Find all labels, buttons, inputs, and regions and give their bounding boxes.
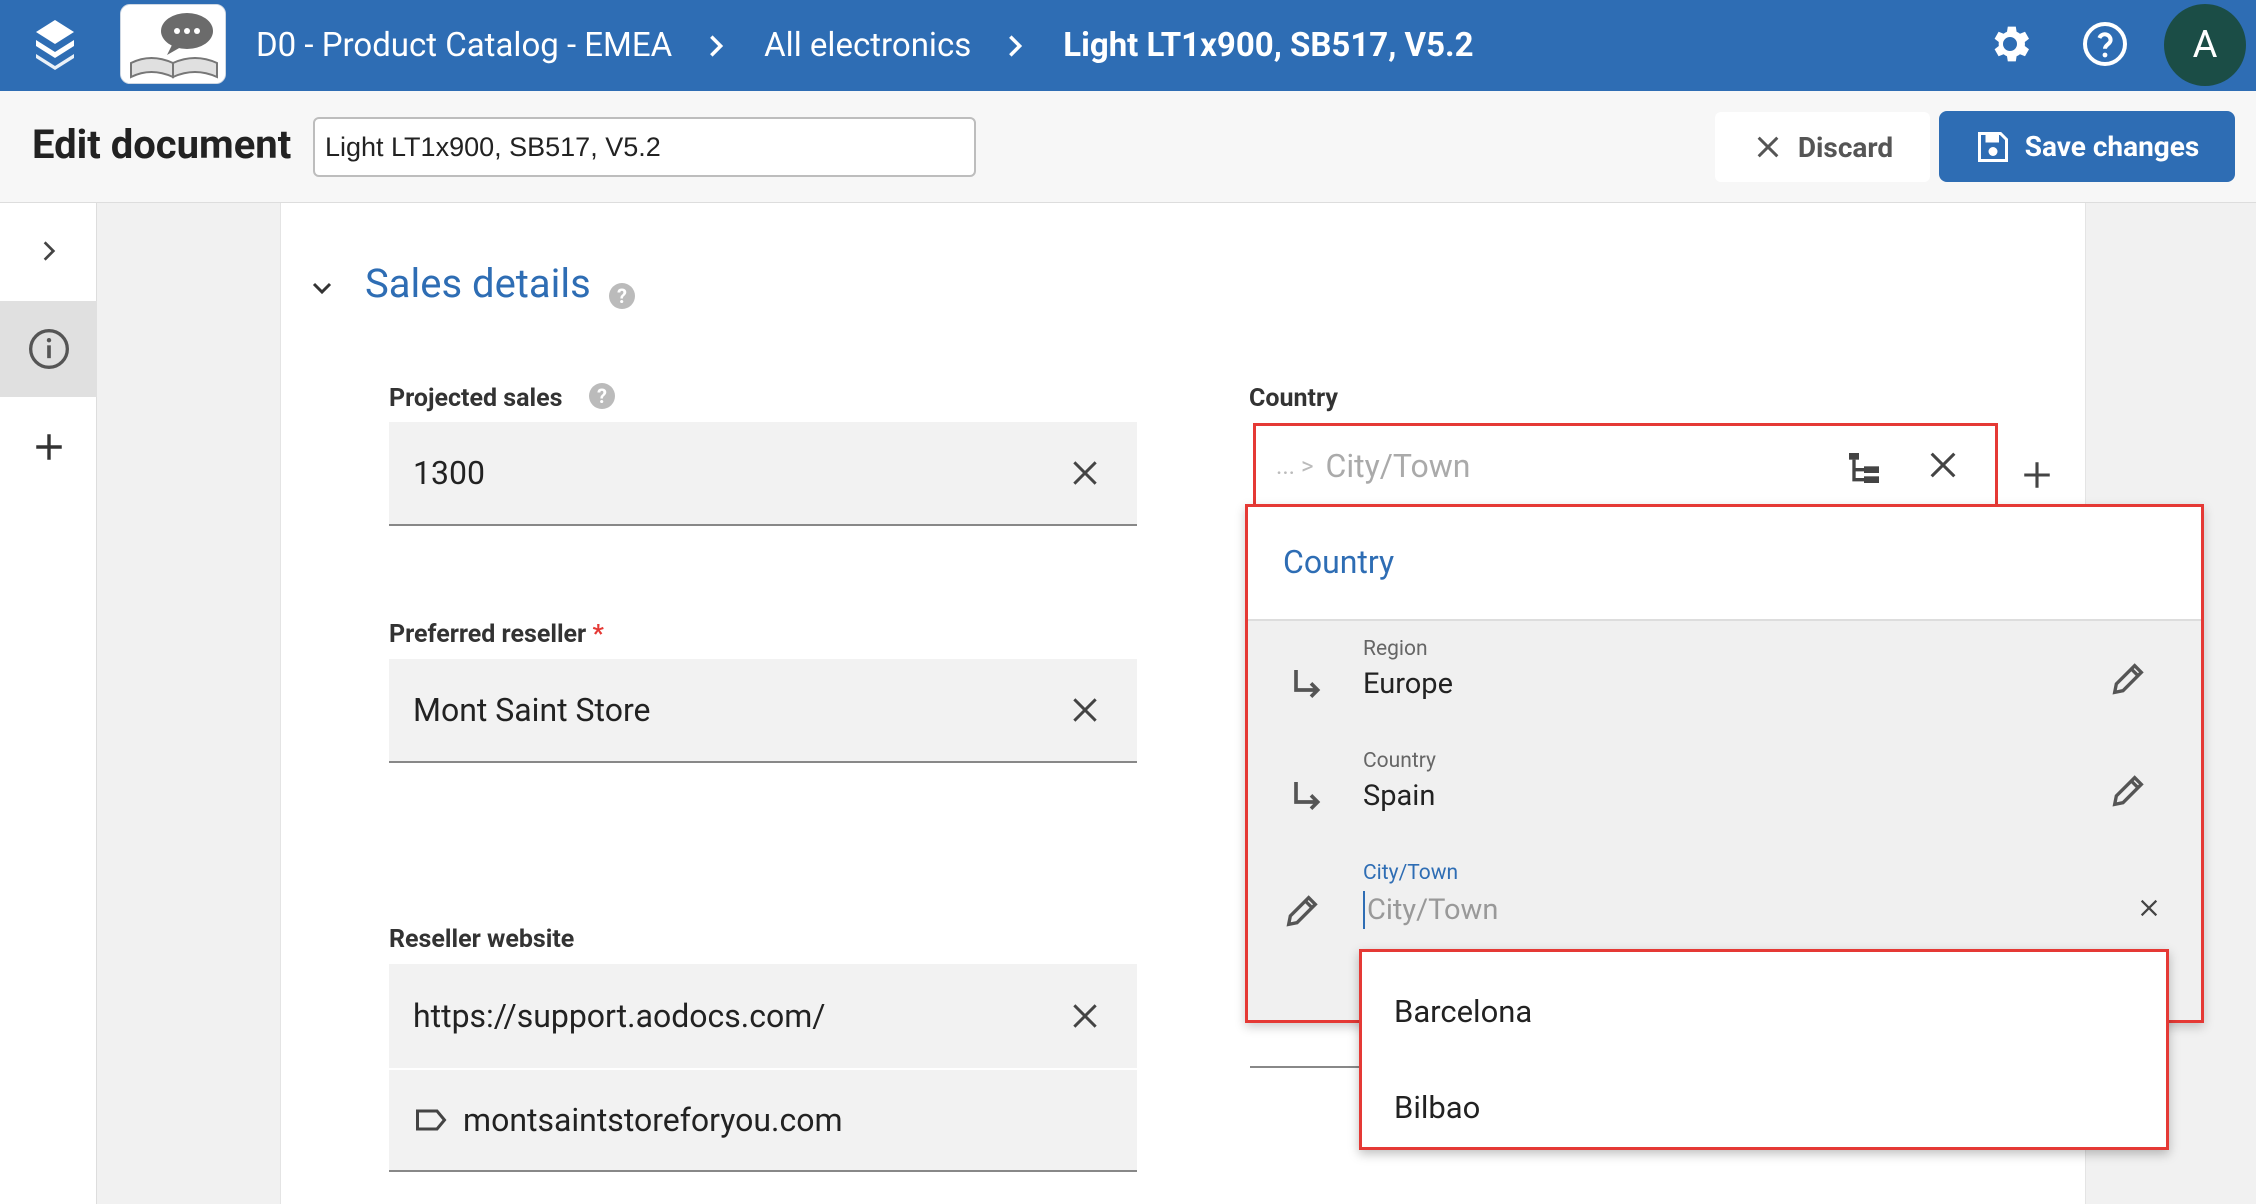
clear-icon[interactable] [1069,457,1101,489]
avatar[interactable]: A [2164,4,2246,86]
projected-sales-input[interactable]: 1300 [389,422,1137,526]
info-icon [28,329,69,369]
country-label: Country [1249,384,1338,413]
pencil-icon[interactable] [2108,659,2148,699]
clear-icon[interactable] [1926,448,1960,482]
suggestion-bilbao[interactable]: Bilbao [1394,1089,1480,1126]
preferred-reseller-value: Mont Saint Store [413,691,651,729]
hierarchy-level-row: Region Europe [1248,637,2201,749]
pencil-icon [1286,895,1318,927]
app-logo-icon[interactable] [32,18,78,70]
subdirectory-arrow-icon [1294,670,1321,698]
preferred-reseller-input[interactable]: Mont Saint Store [389,659,1137,763]
breadcrumb: D0 - Product Catalog - EMEA All electron… [256,0,1474,91]
country-level-value: Spain [1363,779,1436,813]
save-changes-button[interactable]: Save changes [1939,111,2235,182]
chevron-right-icon [1009,34,1023,57]
reseller-website-display-text: montsaintstoreforyou.com [463,1101,843,1139]
page-title: Edit document [32,121,292,168]
discard-label: Discard [1797,130,1894,164]
reseller-website-url: https://support.aodocs.com/ [413,997,826,1035]
preferred-reseller-label-text: Preferred reseller [389,620,587,649]
help-glyph: ? [597,384,607,408]
country-hierarchy-popup: Country Region Europe Country Spain City… [1245,504,2204,1023]
help-glyph: ? [617,284,627,308]
plus-icon [35,434,62,460]
gear-icon[interactable] [1986,20,2034,68]
info-panel-button[interactable] [0,301,97,397]
save-label: Save changes [2024,130,2200,163]
subdirectory-arrow-icon [1294,782,1321,810]
expand-rail-button[interactable] [0,203,97,299]
suggestion-barcelona[interactable]: Barcelona [1394,993,1532,1030]
hierarchy-level-row: Country Spain [1248,749,2201,861]
open-book-chat-icon [121,5,225,83]
projected-sales-help-icon[interactable]: ? [589,383,615,409]
breadcrumb-document: Light LT1x900, SB517, V5.2 [1063,26,1474,65]
left-rail [0,203,97,1204]
add-panel-button[interactable] [0,399,97,495]
country-placeholder: City/Town [1325,446,1471,485]
preferred-reseller-label: Preferred reseller * [389,620,604,649]
reseller-website-label-input[interactable]: montsaintstoreforyou.com [389,1070,1137,1172]
tree-view-icon[interactable] [1844,448,1884,488]
edit-header: Edit document Discard Save changes [0,91,2256,203]
projected-sales-value: 1300 [413,454,485,492]
discard-button[interactable]: Discard [1715,112,1930,182]
reseller-website-label: Reseller website [389,925,575,954]
document-name-input[interactable] [313,117,976,177]
clear-icon[interactable] [1069,1000,1101,1032]
plus-icon[interactable] [2020,458,2054,492]
region-label: Region [1363,637,1428,661]
close-icon [1757,136,1779,158]
city-input[interactable]: City/Town [1363,891,1498,929]
city-suggestions-dropdown: Barcelona Bilbao [1359,949,2169,1150]
region-value: Europe [1363,667,1453,701]
chevron-right-icon [43,241,55,261]
country-hierarchy-input[interactable]: ... > City/Town [1253,423,1998,505]
projected-sales-label: Projected sales [389,384,562,413]
chevron-right-icon [710,34,724,57]
popup-title: Country [1283,543,1395,581]
breadcrumb-catalog[interactable]: D0 - Product Catalog - EMEA [256,26,672,65]
avatar-letter: A [2192,23,2218,67]
section-title[interactable]: Sales details [365,260,591,307]
chevron-down-icon[interactable] [310,276,334,300]
label-tag-icon [416,1109,447,1131]
clear-icon[interactable] [1069,694,1101,726]
help-circle-icon[interactable] [2081,20,2129,68]
city-label: City/Town [1363,861,1459,885]
pencil-icon[interactable] [2108,771,2148,811]
hidden-field-underline [1250,1066,1360,1068]
required-marker: * [592,620,604,649]
country-level-label: Country [1363,749,1436,773]
popup-header: Country [1248,507,2201,621]
country-path-prefix: ... > [1276,451,1314,480]
clear-icon[interactable] [2138,897,2160,919]
section-help-icon[interactable]: ? [609,283,635,309]
breadcrumb-folder[interactable]: All electronics [764,26,971,65]
catalog-thumbnail[interactable] [120,4,226,84]
save-icon [1977,131,2008,162]
top-bar: D0 - Product Catalog - EMEA All electron… [0,0,2256,91]
reseller-website-url-input[interactable]: https://support.aodocs.com/ [389,964,1137,1068]
projected-sales-label-text: Projected sales [389,384,563,413]
